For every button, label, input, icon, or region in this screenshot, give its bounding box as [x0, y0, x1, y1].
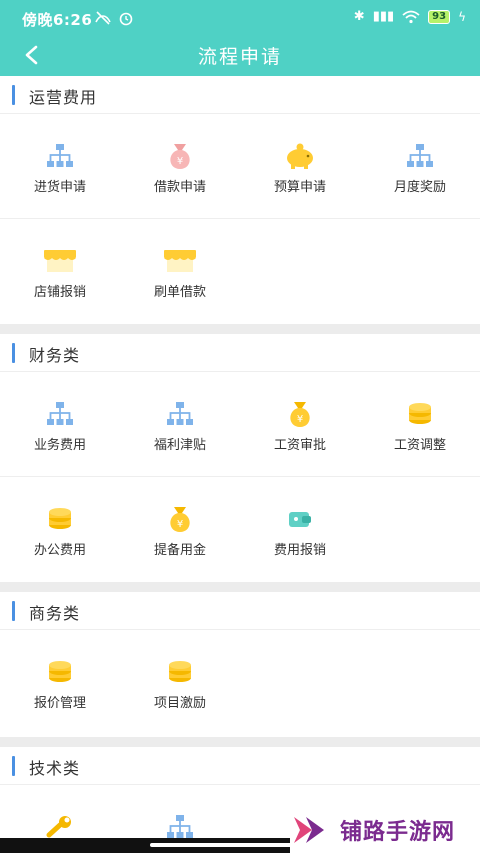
section-business: 商务类 报价管理 项目激励	[0, 592, 480, 735]
section-divider	[0, 737, 480, 747]
item-label: 进货申请	[33, 180, 86, 195]
signal-icon: ▮▮▮	[372, 9, 395, 24]
coin-stack-icon	[403, 397, 437, 431]
item-purchase-request[interactable]: 进货申请	[0, 114, 120, 218]
item-label: 工资审批	[273, 438, 326, 453]
section-divider	[0, 324, 480, 334]
watermark: 铺路手游网	[292, 806, 480, 853]
item-salary-approval[interactable]: ¥ 工资审批	[240, 372, 360, 476]
money-bag-yellow-icon: ¥	[163, 502, 197, 536]
item-label: 报价管理	[33, 696, 86, 711]
section-operations: 运营费用 进货申请 ¥ 借款申请 预算申请 月度奖励 店铺报销 刷单借款	[0, 76, 480, 324]
nav-bar: 流程申请	[0, 36, 480, 76]
item-order-loan[interactable]: 刷单借款	[120, 219, 240, 323]
item-label: 项目激励	[153, 696, 206, 711]
section-header: 技术类	[0, 747, 480, 785]
item-project-incentive[interactable]: 项目激励	[120, 630, 240, 734]
section-title: 运营费用	[29, 88, 98, 107]
section-divider	[0, 582, 480, 592]
section-header: 财务类	[0, 334, 480, 372]
watermark-logo-icon	[294, 816, 324, 843]
section-accent-bar	[12, 756, 15, 776]
svg-text:¥: ¥	[177, 156, 183, 167]
section-accent-bar	[12, 85, 15, 105]
svg-text:¥: ¥	[297, 414, 303, 425]
item-loan-request[interactable]: ¥ 借款申请	[120, 114, 240, 218]
item-quote-management[interactable]: 报价管理	[0, 630, 120, 734]
watermark-text: 铺路手游网	[340, 819, 456, 845]
org-chart-icon	[43, 397, 77, 431]
battery-icon: 93	[428, 9, 451, 24]
piggy-bank-icon	[283, 139, 317, 173]
grid-row: 办公费用 ¥ 提备用金 费用报销	[0, 477, 480, 582]
wallet-icon	[283, 502, 317, 536]
money-bag-pink-icon: ¥	[163, 139, 197, 173]
coin-stack-icon	[43, 502, 77, 536]
item-budget-request[interactable]: 预算申请	[240, 114, 360, 218]
grid-row: 店铺报销 刷单借款	[0, 219, 480, 324]
page-title: 流程申请	[197, 46, 282, 68]
item-label: 办公费用	[33, 543, 86, 558]
section-title: 技术类	[29, 759, 81, 778]
org-chart-icon	[163, 397, 197, 431]
section-title: 财务类	[29, 346, 81, 365]
grid-row: 报价管理 项目激励	[0, 630, 480, 735]
section-title: 商务类	[29, 604, 81, 623]
status-bar: 傍晚6:26 ✱ ▮▮▮ 93 ϟ	[0, 0, 480, 36]
item-label: 费用报销	[273, 543, 326, 558]
item-label: 借款申请	[153, 180, 206, 195]
coin-stack-icon	[163, 655, 197, 689]
coin-stack-icon	[43, 655, 77, 689]
org-chart-icon	[403, 139, 437, 173]
shop-awning-icon	[163, 244, 197, 278]
item-shop-reimbursement[interactable]: 店铺报销	[0, 219, 120, 323]
svg-text:¥: ¥	[177, 519, 183, 530]
section-header: 商务类	[0, 592, 480, 630]
item-label: 福利津贴	[153, 438, 206, 453]
section-accent-bar	[12, 601, 15, 621]
status-left-icons	[94, 10, 134, 26]
item-welfare-allowance[interactable]: 福利津贴	[120, 372, 240, 476]
money-bag-yellow-icon: ¥	[283, 397, 317, 431]
item-label: 提备用金	[153, 543, 206, 558]
charging-icon: ϟ	[458, 9, 466, 24]
bluetooth-icon: ✱	[353, 9, 365, 24]
item-label: 预算申请	[273, 180, 326, 195]
section-accent-bar	[12, 343, 15, 363]
item-label: 店铺报销	[33, 285, 86, 300]
org-chart-icon	[43, 139, 77, 173]
section-finance: 财务类 业务费用 福利津贴 ¥ 工资审批 工资调整 办公费用 ¥ 提备用金 费用…	[0, 334, 480, 582]
item-label: 刷单借款	[153, 285, 206, 300]
shop-awning-icon	[43, 244, 77, 278]
item-business-expense[interactable]: 业务费用	[0, 372, 120, 476]
item-office-expense[interactable]: 办公费用	[0, 477, 120, 581]
item-label: 工资调整	[393, 438, 446, 453]
wifi-icon	[402, 10, 420, 23]
status-right-icons: ✱ ▮▮▮ 93 ϟ	[354, 9, 466, 24]
grid-row: 进货申请 ¥ 借款申请 预算申请 月度奖励	[0, 114, 480, 219]
item-label: 业务费用	[33, 438, 86, 453]
hotspot-off-icon	[95, 11, 111, 25]
alarm-icon	[119, 12, 133, 26]
item-expense-reimbursement[interactable]: 费用报销	[240, 477, 360, 581]
grid-row: 业务费用 福利津贴 ¥ 工资审批 工资调整	[0, 372, 480, 477]
item-monthly-reward[interactable]: 月度奖励	[360, 114, 480, 218]
item-label: 月度奖励	[393, 180, 446, 195]
section-header: 运营费用	[0, 76, 480, 114]
status-time: 傍晚6:26	[22, 11, 93, 29]
item-petty-cash[interactable]: ¥ 提备用金	[120, 477, 240, 581]
item-salary-adjustment[interactable]: 工资调整	[360, 372, 480, 476]
